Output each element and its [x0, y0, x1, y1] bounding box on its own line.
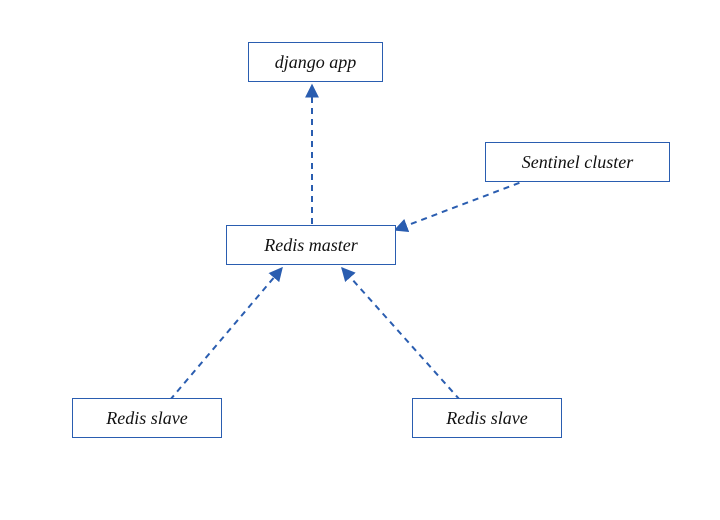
node-sentinel-cluster: Sentinel cluster [485, 142, 670, 182]
node-redis-slave-right: Redis slave [412, 398, 562, 438]
node-label: Redis slave [106, 408, 187, 429]
node-label: Redis slave [446, 408, 527, 429]
node-label: django app [275, 52, 357, 73]
edge-sentinel-to-master [395, 175, 540, 230]
node-label: Sentinel cluster [522, 152, 633, 173]
node-redis-slave-left: Redis slave [72, 398, 222, 438]
node-redis-master: Redis master [226, 225, 396, 265]
edge-slave-right-to-master [342, 268, 460, 400]
node-django-app: django app [248, 42, 383, 82]
edge-slave-left-to-master [170, 268, 282, 400]
node-label: Redis master [264, 235, 358, 256]
